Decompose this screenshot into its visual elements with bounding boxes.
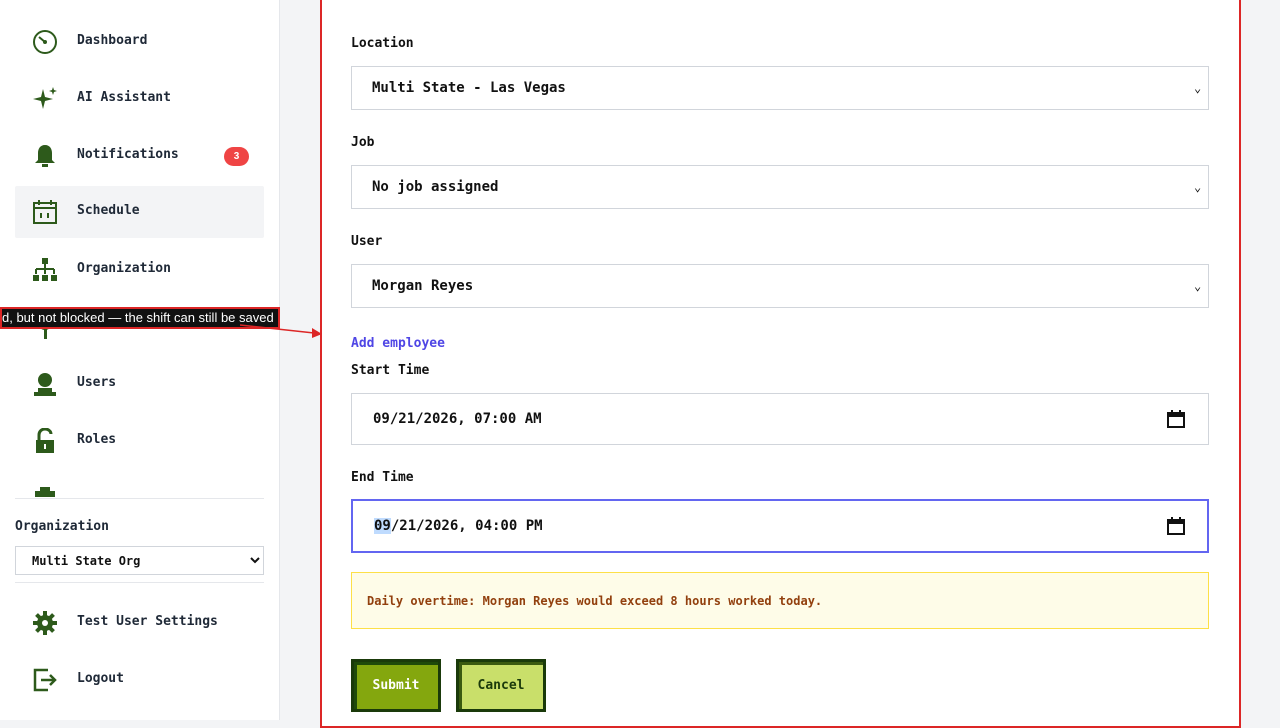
sidebar-item-label: Test User Settings [77, 614, 218, 629]
sidebar-item-ai-assistant[interactable]: AI Assistant [15, 73, 264, 125]
sidebar-item-label: Users [77, 375, 117, 390]
start-time-input[interactable]: 09/21/2026, 07:00 AM [351, 393, 1209, 445]
annotation-callout: d, but not blocked — the shift can still… [0, 307, 280, 329]
sidebar-item-roles[interactable]: Roles [15, 415, 264, 467]
job-select[interactable]: No job assigned [351, 165, 1209, 209]
organization-select[interactable]: Multi State Org [15, 546, 264, 575]
sidebar-item-label: Schedule [77, 203, 140, 218]
end-time-label: End Time [351, 470, 414, 485]
gear-icon [33, 611, 57, 635]
end-time-month-selected: 09 [374, 518, 391, 534]
user-label: User [351, 234, 383, 249]
sidebar-item-logout[interactable]: Logout [15, 654, 264, 706]
calendar-picker-icon[interactable] [1167, 410, 1185, 428]
calendar-icon [33, 200, 57, 224]
cancel-button[interactable]: Cancel [456, 659, 546, 712]
add-employee-link[interactable]: Add employee [351, 336, 445, 351]
sidebar-item-schedule[interactable]: Schedule [15, 186, 264, 238]
start-time-label: Start Time [351, 363, 430, 378]
sidebar-divider [15, 582, 264, 583]
sidebar-item-notifications[interactable]: Notifications 3 [15, 130, 264, 182]
sidebar-item-label: Roles [77, 432, 117, 447]
dashboard-icon [33, 30, 57, 54]
sidebar-item-settings[interactable]: Test User Settings [15, 597, 264, 649]
sidebar-item-users[interactable]: Users [15, 358, 264, 410]
notification-count-badge: 3 [224, 147, 249, 166]
job-label: Job [351, 135, 375, 150]
sidebar-item-label: Organization [77, 261, 171, 276]
organization-label: Organization [15, 519, 109, 534]
overtime-warning: Daily overtime: Morgan Reyes would excee… [351, 572, 1209, 629]
logout-icon [33, 668, 57, 692]
org-chart-icon [33, 258, 57, 281]
start-time-value: 09/21/2026, 07:00 AM [373, 411, 542, 427]
sidebar-item-label: Dashboard [77, 33, 148, 48]
user-select[interactable]: Morgan Reyes [351, 264, 1209, 308]
sparkle-icon [33, 87, 57, 109]
location-select[interactable]: Multi State - Las Vegas [351, 66, 1209, 110]
lock-icon [36, 428, 54, 453]
sidebar-divider [15, 498, 264, 499]
sidebar-item-organization[interactable]: Organization [15, 244, 264, 296]
end-time-input[interactable]: 09/21/2026, 04:00 PM [351, 499, 1209, 553]
sidebar-item-label: Logout [77, 671, 124, 686]
submit-button[interactable]: Submit [351, 659, 441, 712]
partial-nav-icon [32, 487, 58, 497]
location-label: Location [351, 36, 414, 51]
sidebar-item-label: AI Assistant [77, 90, 171, 105]
end-time-value: /21/2026, 04:00 PM [390, 518, 543, 534]
sidebar-item-label: Notifications [77, 147, 179, 162]
sidebar: Dashboard AI Assistant Notifications 3 S… [0, 0, 280, 720]
sidebar-item-dashboard[interactable]: Dashboard [15, 16, 264, 68]
bell-icon [35, 145, 55, 167]
user-icon [34, 373, 56, 396]
calendar-picker-icon[interactable] [1167, 517, 1185, 535]
